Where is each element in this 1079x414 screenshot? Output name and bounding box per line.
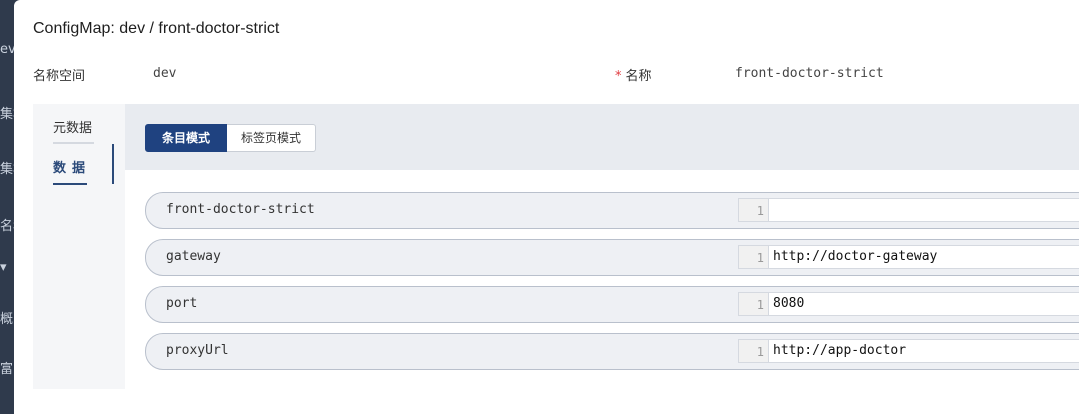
required-mark: *	[615, 69, 622, 84]
data-content: 条目模式 标签页模式 front-doctor-strict 1 gateway…	[125, 104, 1079, 389]
entry-key[interactable]: front-doctor-strict	[166, 202, 315, 217]
entry-key[interactable]: proxyUrl	[166, 343, 229, 358]
entry-key[interactable]: gateway	[166, 249, 221, 264]
namespace-value: dev	[153, 66, 177, 81]
entry-row: front-doctor-strict 1	[145, 192, 1079, 229]
namespace-label: 名称空间	[33, 69, 86, 84]
mode-toolbar: 条目模式 标签页模式	[125, 104, 1079, 170]
name-label-text: 名称	[625, 69, 652, 84]
entry-row: port 1 8080	[145, 286, 1079, 323]
entry-row: proxyUrl 1 http://app-doctor	[145, 333, 1079, 370]
section-nav: 元数据 数据	[33, 104, 125, 389]
detail-panel: 元数据 数据 条目模式 标签页模式 front-doctor-strict 1 …	[33, 104, 1079, 389]
name-label: * 名称	[615, 65, 652, 84]
entry-value-editor[interactable]	[768, 198, 1079, 222]
nav-item-metadata[interactable]: 元数据	[53, 117, 95, 144]
nav-active-indicator	[112, 144, 114, 184]
tab-entry-mode[interactable]: 条目模式	[145, 124, 228, 152]
entry-value-editor[interactable]: http://doctor-gateway	[768, 245, 1079, 269]
line-number: 1	[738, 245, 768, 269]
entry-row: gateway 1 http://doctor-gateway	[145, 239, 1079, 276]
entry-key[interactable]: port	[166, 296, 197, 311]
configmap-modal: ConfigMap: dev / front-doctor-strict 名称空…	[14, 0, 1079, 414]
line-number: 1	[738, 339, 768, 363]
sidebar-fragment: 富	[0, 362, 14, 377]
entry-value-editor[interactable]: http://app-doctor	[768, 339, 1079, 363]
name-value: front-doctor-strict	[735, 66, 884, 81]
sidebar-fragment: 概	[0, 312, 14, 327]
nav-item-data[interactable]: 数据	[53, 157, 91, 185]
sidebar-fragment: ▾	[0, 260, 7, 275]
modal-title: ConfigMap: dev / front-doctor-strict	[33, 20, 280, 37]
mode-tab-group: 条目模式 标签页模式	[145, 124, 317, 152]
line-number: 1	[738, 292, 768, 316]
entry-value-editor[interactable]: 8080	[768, 292, 1079, 316]
tab-tab-mode[interactable]: 标签页模式	[227, 124, 317, 152]
line-number: 1	[738, 198, 768, 222]
